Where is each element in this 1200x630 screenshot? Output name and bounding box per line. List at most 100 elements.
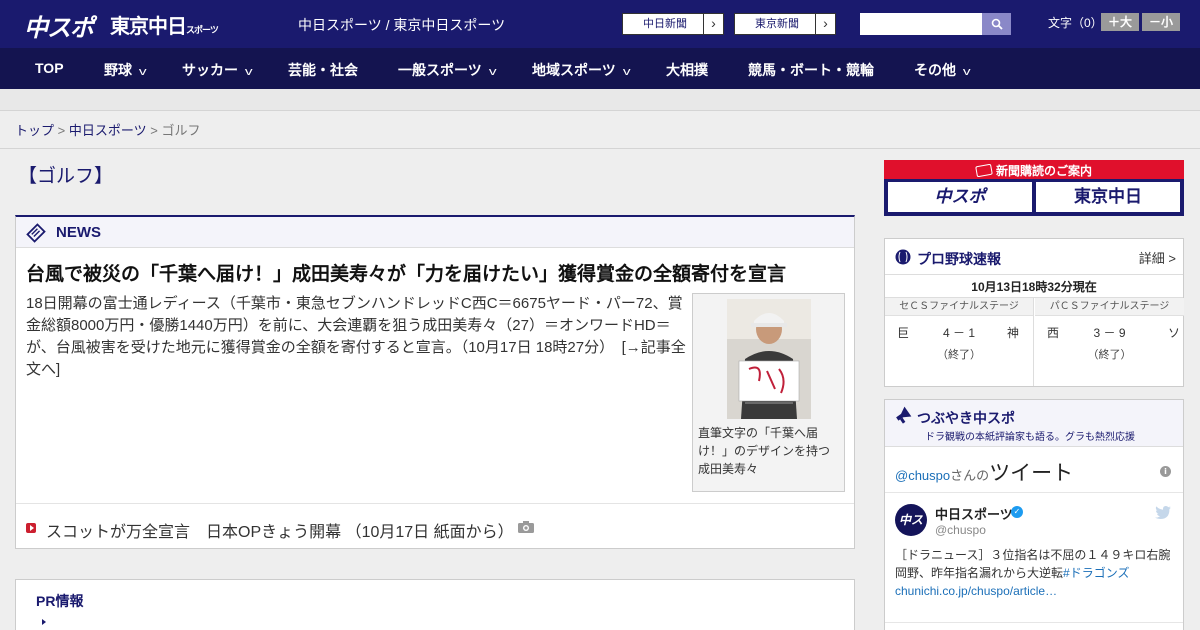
chevron-right-icon: ›	[815, 14, 835, 34]
twitter-bird-icon[interactable]	[1155, 506, 1171, 519]
nav-item-racing[interactable]: 競馬・ボート・競輪	[748, 60, 874, 80]
article-headline[interactable]: 台風で被災の「千葉へ届け！」成田美寿々が「力を届けたい」獲得賞金の全額寄付を宣言	[26, 259, 786, 286]
tokyo-chunichi-logo[interactable]: 東京中日スポーツ	[110, 10, 219, 39]
newspaper-icon	[26, 223, 46, 243]
pro-baseball-scores: プロ野球速報 詳細 > 10月13日18時32分現在 セＣＳファイナルステージ …	[884, 238, 1184, 387]
breadcrumb: トップ > 中日スポーツ > ゴルフ	[0, 111, 1200, 149]
twitter-widget-header: つぶやき中スポ ドラ観戦の本紙評論家も語る。グラも熱烈応援	[885, 400, 1183, 447]
breadcrumb-home-link[interactable]: トップ	[15, 123, 54, 138]
triangle-right-icon	[42, 619, 46, 625]
nav-item-local-sports[interactable]: 地域スポーツ v	[532, 60, 631, 80]
breadcrumb-current: ゴルフ	[161, 123, 201, 138]
search-icon	[991, 18, 1003, 30]
tweets-by-suffix: さんの	[950, 468, 990, 483]
nav-item-other[interactable]: その他 v	[914, 60, 971, 80]
tweets-divider	[885, 622, 1183, 623]
video-bullet-icon	[26, 523, 36, 533]
tweets-handle-link[interactable]: @chuspo	[895, 468, 950, 483]
megaphone-icon	[896, 406, 912, 424]
chevron-down-icon: v	[244, 66, 253, 78]
chevron-right-icon: ›	[703, 14, 723, 34]
nav-label: TOP	[35, 60, 64, 76]
breadcrumb-separator: >	[57, 123, 66, 138]
info-icon[interactable]: i	[1160, 466, 1171, 477]
pr-section: PR情報	[15, 579, 855, 630]
nav-label: 芸能・社会	[288, 62, 358, 78]
baseball-timestamp: 10月13日18時32分現在	[885, 276, 1183, 298]
nav-label: その他	[914, 62, 956, 78]
site-title[interactable]: 中日スポーツ / 東京中日スポーツ	[298, 15, 505, 35]
news-section: NEWS 台風で被災の「千葉へ届け！」成田美寿々が「力を届けたい」獲得賞金の全額…	[15, 215, 855, 549]
news-section-title: NEWS	[56, 224, 101, 241]
news-header: NEWS	[16, 217, 854, 248]
nav-label: 大相撲	[666, 62, 708, 78]
verified-badge-icon: ✓	[1011, 506, 1023, 518]
search-input[interactable]	[860, 13, 984, 35]
nav-label: 野球	[104, 62, 132, 78]
tweets-title: つぶやき中スポ	[917, 410, 1015, 426]
subscription-chuspo-logo[interactable]: 中スポ	[888, 182, 1032, 212]
nav-label: 競馬・ボート・競輪	[748, 62, 874, 78]
font-size-label: 文字（0）	[1048, 16, 1103, 30]
subscription-banner[interactable]: 新聞購読のご案内 中スポ 東京中日	[884, 160, 1184, 216]
font-size-increase-button[interactable]: ＋大	[1101, 13, 1139, 31]
related-article-link[interactable]: スコットが万全宣言 日本OPきょう開幕 （10月17日 紙面から）	[46, 518, 514, 542]
camera-icon	[518, 521, 534, 533]
nav-item-top[interactable]: TOP	[35, 60, 64, 76]
subscription-title-text: 新聞購読のご案内	[995, 164, 1092, 178]
tweets-subtitle[interactable]: ドラ観戦の本紙評論家も語る。グラも熱烈応援	[925, 428, 1135, 443]
tokyo-chunichi-logo-text: 東京中日	[110, 14, 187, 38]
game-stage: セＣＳファイナルステージ	[885, 298, 1033, 316]
nav-item-general-sports[interactable]: 一般スポーツ v	[398, 60, 497, 80]
tweet-text-body: ［ドラニュース］３位指名は不屈の１４９キロ右腕 岡野、昨年指名漏れから大逆転	[895, 548, 1183, 580]
game-stage: パＣＳファイナルステージ	[1035, 298, 1184, 316]
game-card[interactable]: セＣＳファイナルステージ 巨 4 － 1 神 （終了）	[885, 298, 1034, 386]
game-status: （終了）	[937, 349, 981, 361]
avatar[interactable]: 中スポ	[895, 504, 927, 559]
tweet-author-name[interactable]: 中日スポーツ	[935, 504, 1013, 523]
nav-label: サッカー	[182, 62, 238, 78]
baseball-icon	[895, 249, 911, 265]
tokyo-shimbun-label: 東京新聞	[755, 18, 799, 30]
breadcrumb-separator: >	[150, 123, 158, 138]
game-card[interactable]: パＣＳファイナルステージ 西 3 － 9 ソ （終了）	[1035, 298, 1184, 386]
tokyo-chunichi-logo-small: スポーツ	[186, 26, 219, 36]
subscription-tokyo-chunichi-logo[interactable]: 東京中日	[1036, 182, 1180, 212]
tokyo-shimbun-button[interactable]: 東京新聞 ›	[734, 13, 836, 35]
nav-item-entertainment[interactable]: 芸能・社会	[288, 60, 358, 80]
tweet-text[interactable]: ［ドラニュース］３位指名は不屈の１４９キロ右腕 岡野、昨年指名漏れから大逆転#ド…	[895, 546, 1182, 600]
article-photo-box[interactable]: 直筆文字の「千葉へ届け！」のデザインを持つ成田美寿々	[692, 293, 845, 492]
breadcrumb-section-link[interactable]: 中日スポーツ	[69, 123, 147, 138]
article-summary[interactable]: 18日開幕の富士通レディース（千葉市・東急セブンハンドレッドC西C＝6675ヤー…	[26, 293, 686, 381]
photo-caption: 直筆文字の「千葉へ届け！」のデザインを持つ成田美寿々	[698, 426, 831, 476]
tweets-label: ツイート	[989, 462, 1074, 485]
nav-label: 一般スポーツ	[398, 62, 482, 78]
subscription-title: 新聞購読のご案内	[884, 162, 1184, 179]
nav-item-baseball[interactable]: 野球 v	[104, 60, 147, 80]
main-nav: TOP 野球 v サッカー v 芸能・社会 一般スポーツ v 地域スポーツ v 大相撲 …	[0, 48, 1200, 89]
baseball-detail-link[interactable]: 詳細 >	[1139, 248, 1176, 267]
tweets-by-line: @chuspoさんのツイート	[895, 457, 1073, 487]
chevron-down-icon: v	[962, 66, 971, 78]
chevron-down-icon: v	[488, 66, 497, 78]
tweets-divider	[885, 492, 1183, 493]
article-photo[interactable]	[727, 299, 811, 419]
news-divider	[16, 503, 854, 504]
chevron-down-icon: v	[622, 66, 631, 78]
away-team: ソ	[1167, 326, 1180, 340]
nav-item-sumo[interactable]: 大相撲	[666, 60, 708, 80]
nav-item-soccer[interactable]: サッカー v	[182, 60, 253, 80]
game-score: 3 － 9	[1093, 326, 1126, 340]
tweet-author-handle[interactable]: @chuspo	[935, 523, 986, 537]
nav-label: 地域スポーツ	[532, 62, 616, 78]
pr-title: PR情報	[36, 593, 84, 609]
font-size-decrease-button[interactable]: －小	[1142, 13, 1180, 31]
chevron-down-icon: v	[138, 66, 147, 78]
ad-band	[0, 89, 1200, 111]
newspaper-icon	[975, 163, 993, 178]
chunichi-shimbun-button[interactable]: 中日新聞 ›	[622, 13, 724, 35]
chuspo-logo[interactable]: 中スポ	[24, 8, 94, 43]
baseball-header: プロ野球速報 詳細 >	[885, 239, 1183, 275]
baseball-title: プロ野球速報	[917, 251, 1001, 267]
search-button[interactable]	[982, 13, 1011, 35]
